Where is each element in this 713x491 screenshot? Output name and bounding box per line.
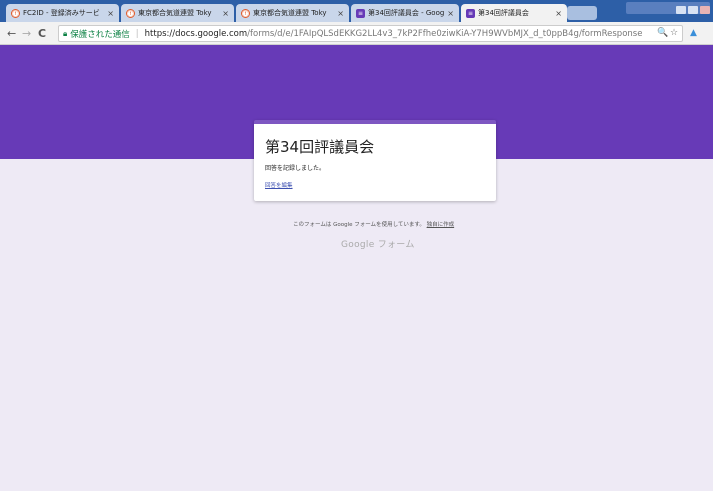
extension-icon[interactable]: ▲ xyxy=(690,28,697,38)
new-tab-button[interactable] xyxy=(567,6,597,20)
edit-response-link[interactable]: 回答を編集 xyxy=(265,181,293,189)
zoom-icon[interactable]: 🔍 xyxy=(657,28,668,38)
tab-aikido-2[interactable]: ⓕ 東京都合気道連盟 Toky × xyxy=(236,4,349,22)
close-icon[interactable]: × xyxy=(107,9,114,18)
tab-fc2id[interactable]: ⓕ FC2ID - 登録済みサービ × xyxy=(6,4,119,22)
maximize-icon[interactable] xyxy=(688,6,698,14)
reload-icon[interactable]: C xyxy=(38,27,46,40)
create-form-link[interactable]: 独自に作成 xyxy=(427,222,455,228)
form-title: 第34回評議員会 xyxy=(265,138,375,156)
divider: | xyxy=(135,28,139,39)
tab-label: 東京都合気道連盟 Toky xyxy=(138,9,212,17)
close-icon[interactable]: × xyxy=(337,9,344,18)
tab-aikido-1[interactable]: ⓕ 東京都合気道連盟 Toky × xyxy=(121,4,234,22)
close-window-icon[interactable] xyxy=(700,6,710,14)
tab-label: FC2ID - 登録済みサービ xyxy=(23,9,100,17)
forms-icon: ≡ xyxy=(466,8,475,18)
fc2-icon: ⓕ xyxy=(126,8,135,18)
forms-icon: ≡ xyxy=(356,8,365,18)
footer-note: このフォームは Google フォームを使用しています。 独自に作成 xyxy=(293,220,454,228)
tab-label: 第34回評議員会 - Goog xyxy=(368,9,445,17)
secure-label: 保護された通信 xyxy=(70,29,130,40)
tab-label: 東京都合気道連盟 Toky xyxy=(253,9,327,17)
tab-label: 第34回評議員会 xyxy=(478,9,529,17)
minimize-icon[interactable] xyxy=(676,6,686,14)
tab-forms-edit[interactable]: ≡ 第34回評議員会 - Goog × xyxy=(351,4,459,22)
browser-toolbar: ← → C 🔒︎ 保護された通信 | https://docs.google.c… xyxy=(0,22,713,45)
tab-forms-response[interactable]: ≡ 第34回評議員会 × xyxy=(461,4,567,22)
google-forms-brand: Google フォーム xyxy=(341,240,415,250)
close-icon[interactable]: × xyxy=(447,9,454,18)
back-icon[interactable]: ← xyxy=(7,27,16,40)
lock-icon: 🔒︎ xyxy=(63,28,68,38)
browser-tab-strip: ⓕ FC2ID - 登録済みサービ × ⓕ 東京都合気道連盟 Toky × ⓕ … xyxy=(0,0,713,22)
confirmation-card: 第34回評議員会 回答を記録しました。 回答を編集 xyxy=(254,120,496,201)
fc2-icon: ⓕ xyxy=(241,8,250,18)
fc2-icon: ⓕ xyxy=(11,8,20,18)
close-icon[interactable]: × xyxy=(555,9,562,18)
close-icon[interactable]: × xyxy=(222,9,229,18)
footer-text: このフォームは Google フォームを使用しています。 xyxy=(293,222,425,228)
window-controls xyxy=(626,2,710,14)
forward-icon[interactable]: → xyxy=(22,27,31,40)
confirmation-message: 回答を記録しました。 xyxy=(265,165,326,172)
url-host: https://docs.google.com xyxy=(144,28,248,39)
url-path: /forms/d/e/1FAIpQLSdEKKG2LL4v3_7kP2Ffhe0… xyxy=(247,28,643,39)
address-bar[interactable]: 🔒︎ 保護された通信 | https://docs.google.com/for… xyxy=(58,25,683,42)
star-icon[interactable]: ☆ xyxy=(670,28,678,38)
